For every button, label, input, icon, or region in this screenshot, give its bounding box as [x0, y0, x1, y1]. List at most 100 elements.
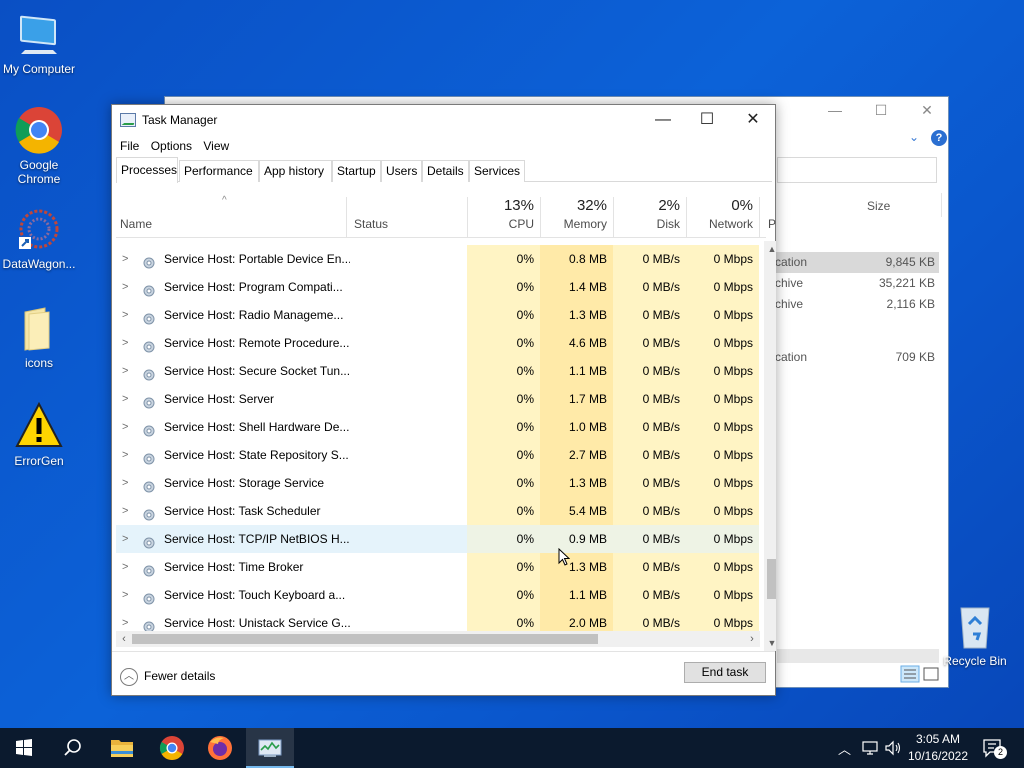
service-gear-icon [142, 364, 156, 381]
tab-details[interactable]: Details [422, 160, 469, 182]
chevron-down-icon[interactable]: ⌄ [909, 130, 919, 144]
process-row[interactable]: > Service Host: Secure Socket Tun... 0% 1.1… [116, 357, 766, 385]
scroll-thumb[interactable] [132, 634, 598, 644]
desktop-icon-recycle-bin[interactable]: Recycle Bin [936, 602, 1014, 668]
expand-chevron-icon[interactable]: > [122, 497, 132, 525]
file-row[interactable]: cation 9,845 KB [775, 252, 939, 273]
memory-value: 1.3 MB [540, 301, 613, 329]
taskbar-firefox[interactable] [196, 728, 244, 768]
process-row[interactable]: > Service Host: Program Compati... 0% 1.4 M… [116, 273, 766, 301]
column-header-network[interactable]: 0% Network [686, 185, 759, 237]
desktop-icon-datawagon[interactable]: DataWagon... [0, 205, 78, 271]
column-header-power[interactable]: P [760, 185, 776, 237]
expand-chevron-icon[interactable]: > [122, 385, 132, 413]
fewer-details-button[interactable]: ︿ Fewer details [120, 668, 215, 686]
process-grid[interactable]: ^ Name Status 13% CPU 32% Memory 2% Disk… [116, 185, 776, 651]
process-row[interactable]: > Service Host: Radio Manageme... 0% 1.3 MB… [116, 301, 766, 329]
scroll-right-icon[interactable]: › [744, 631, 760, 647]
show-hidden-icons-icon[interactable]: ︿ [838, 739, 851, 758]
clock-date[interactable]: 10/16/2022 [904, 749, 972, 763]
tab-performance[interactable]: Performance [179, 160, 259, 182]
maximize-button[interactable]: ☐ [684, 105, 730, 135]
tab-startup[interactable]: Startup [332, 160, 381, 182]
process-row[interactable]: > Service Host: Server 0% 1.7 MB 0 MB/s 0 Mbp… [116, 385, 766, 413]
expand-chevron-icon[interactable]: > [122, 301, 132, 329]
close-button[interactable]: ✕ [730, 105, 776, 135]
tab-services[interactable]: Services [469, 160, 525, 182]
minimize-icon[interactable]: — [815, 102, 855, 118]
expand-chevron-icon[interactable]: > [122, 581, 132, 609]
process-row[interactable]: > Service Host: Shell Hardware De... 0% 1.0… [116, 413, 766, 441]
cpu-value: 0% [467, 385, 540, 413]
network-icon[interactable] [862, 740, 880, 756]
expand-chevron-icon[interactable]: > [122, 273, 132, 301]
file-type: cation [775, 350, 808, 364]
process-row[interactable]: > Service Host: Time Broker 0% 1.3 MB 0 MB/s… [116, 553, 766, 581]
expand-chevron-icon[interactable]: > [122, 441, 132, 469]
service-gear-icon [142, 280, 156, 297]
file-row[interactable]: cation 709 KB [775, 347, 939, 368]
title-bar[interactable]: Task Manager — ☐ ✕ [112, 105, 775, 135]
process-row[interactable]: > Service Host: Storage Service 0% 1.3 MB 0 … [116, 469, 766, 497]
search-input[interactable] [777, 157, 937, 183]
search-button[interactable] [48, 728, 96, 768]
horizontal-scrollbar[interactable] [777, 649, 939, 663]
file-row[interactable]: chive 2,116 KB [775, 294, 939, 315]
scroll-thumb[interactable] [767, 559, 776, 599]
process-row[interactable]: > Service Host: Portable Device En... 0% 0.… [116, 245, 766, 273]
column-header-name[interactable]: Name [116, 185, 346, 237]
process-row[interactable]: > Service Host: Touch Keyboard a... 0% 1.1 … [116, 581, 766, 609]
column-header-memory[interactable]: 32% Memory [540, 185, 613, 237]
column-header-cpu[interactable]: 13% CPU [467, 185, 540, 237]
tab-processes[interactable]: Processes [116, 157, 178, 183]
process-row[interactable]: > Service Host: Task Scheduler 0% 5.4 MB 0 M… [116, 497, 766, 525]
minimize-button[interactable]: — [640, 105, 686, 135]
maximize-icon[interactable]: ☐ [861, 102, 901, 119]
process-row[interactable]: > Service Host: TCP/IP NetBIOS H... 0% 0.9 … [116, 525, 766, 553]
tab-users[interactable]: Users [381, 160, 422, 182]
process-row[interactable]: > Service Host: Remote Procedure... 0% 4.6 … [116, 329, 766, 357]
task-manager-window[interactable]: Task Manager — ☐ ✕ File Options View Pro… [111, 104, 776, 696]
menu-options[interactable]: Options [143, 136, 192, 153]
memory-value: 0.9 MB [540, 525, 613, 553]
expand-chevron-icon[interactable]: > [122, 469, 132, 497]
taskbar-file-explorer[interactable] [98, 728, 146, 768]
menu-view[interactable]: View [195, 136, 229, 153]
desktop-icon-icons-folder[interactable]: icons [0, 304, 78, 370]
help-icon[interactable]: ? [931, 130, 947, 146]
expand-chevron-icon[interactable]: > [122, 329, 132, 357]
expand-chevron-icon[interactable]: > [122, 357, 132, 385]
clock-time[interactable]: 3:05 AM [906, 732, 970, 746]
scroll-left-icon[interactable]: ‹ [116, 631, 132, 647]
process-row[interactable]: > Service Host: State Repository S... 0% 2.… [116, 441, 766, 469]
scroll-up-icon[interactable]: ▲ [764, 241, 776, 257]
taskbar-chrome[interactable] [148, 728, 196, 768]
scroll-down-icon[interactable]: ▼ [764, 635, 776, 651]
file-row[interactable]: chive 35,221 KB [775, 273, 939, 294]
vertical-scrollbar[interactable]: ▲ ▼ [764, 241, 776, 651]
tab-app-history[interactable]: App history [259, 160, 332, 182]
column-header-size[interactable]: Size [867, 199, 890, 213]
column-header-disk[interactable]: 2% Disk [613, 185, 686, 237]
expand-chevron-icon[interactable]: > [122, 413, 132, 441]
desktop-icon-google-chrome[interactable]: Google Chrome [0, 106, 78, 186]
volume-icon[interactable] [884, 740, 902, 756]
start-button[interactable] [0, 728, 48, 768]
column-label: Status [354, 217, 389, 231]
column-header-status[interactable]: Status [347, 185, 467, 237]
expand-chevron-icon[interactable]: > [122, 553, 132, 581]
horizontal-scrollbar[interactable]: ‹ › [116, 631, 760, 647]
end-task-button[interactable]: End task [684, 662, 766, 683]
view-toggle[interactable] [900, 665, 946, 685]
desktop-icon-errorgen[interactable]: ErrorGen [0, 401, 78, 468]
desktop-icon-my-computer[interactable]: My Computer [0, 10, 78, 76]
service-gear-icon [142, 420, 156, 437]
menu-file[interactable]: File [112, 136, 139, 153]
column-label: Disk [656, 217, 680, 231]
notifications-button[interactable]: 2 [980, 736, 1008, 760]
expand-chevron-icon[interactable]: > [122, 525, 132, 553]
taskbar-task-manager[interactable] [246, 728, 294, 768]
expand-chevron-icon[interactable]: > [122, 245, 132, 273]
close-icon[interactable]: ✕ [907, 102, 947, 119]
file-size: 9,845 KB [885, 255, 935, 269]
